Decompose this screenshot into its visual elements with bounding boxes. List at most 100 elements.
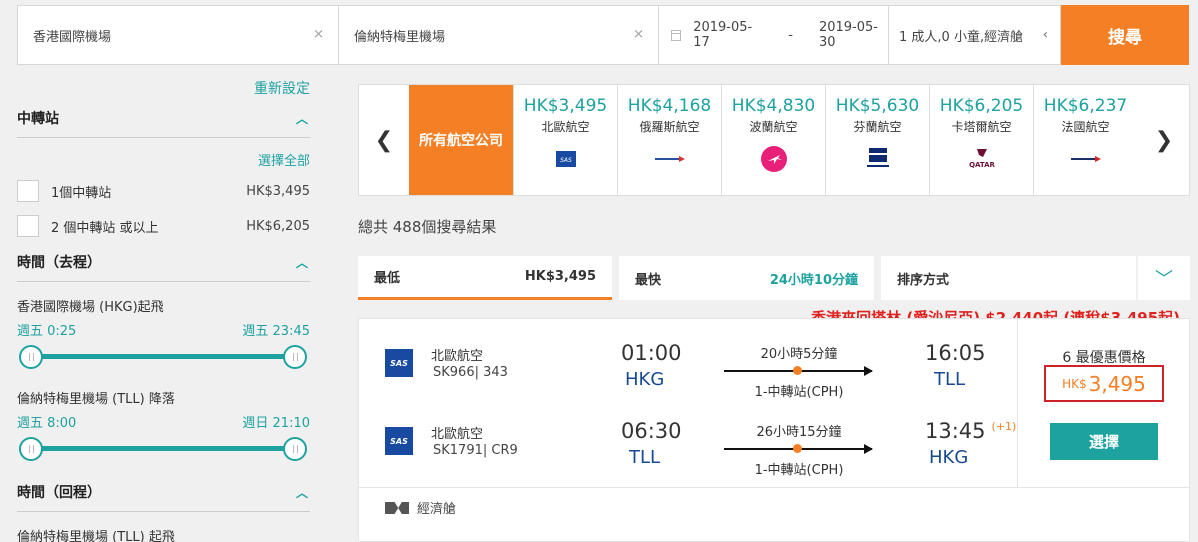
airline-price: HK$6,205 [939, 96, 1024, 116]
inbound-time-title: 時間（回程） [17, 485, 101, 501]
outbound-time-section-header[interactable]: 時間（去程） ︿ [17, 252, 310, 282]
slider-handle-min[interactable] [19, 345, 43, 369]
stop-checkbox-1[interactable] [17, 180, 39, 202]
slider-handle-min[interactable] [19, 437, 43, 461]
airline-name: 北歐航空 [541, 120, 590, 134]
arrive-time: 16:05 [925, 341, 986, 365]
depart-airport-code: TLL [629, 447, 661, 468]
chevron-left-icon[interactable]: ❮ [359, 85, 409, 195]
outbound-depart-slider[interactable] [19, 345, 307, 369]
select-all-link[interactable]: 選擇全部 [258, 150, 310, 169]
chevron-right-icon[interactable]: ❯ [1139, 85, 1189, 195]
leg-airline-name: 北歐航空 [431, 349, 484, 364]
airline-price: HK$5,630 [835, 96, 920, 116]
stop-option-price: HK$3,495 [246, 183, 310, 199]
price-column: 6 最優惠價格 HK$ 3,495 選擇 [1017, 319, 1189, 487]
stop-option-label: 2 個中轉站 或以上 [51, 220, 159, 236]
return-date: 2019-05-30 [818, 20, 878, 50]
sort-dropdown[interactable]: 排序方式 [881, 256, 1136, 300]
stop-option-label: 1個中轉站 [51, 185, 112, 201]
deals-count: 6 最優惠價格 [1062, 350, 1146, 366]
slider-handle-max[interactable] [283, 345, 307, 369]
arrive-airport-code: HKG [929, 447, 969, 468]
stop-checkbox-2[interactable] [17, 215, 39, 237]
range-end: 週五 23:45 [242, 324, 310, 339]
stop-option-2[interactable]: 2 個中轉站 或以上 HK$6,205 [17, 215, 310, 237]
qatar-logo-text: QATAR [969, 161, 995, 169]
airfrance-logo-icon [1034, 147, 1137, 171]
depart-time: 01:00 [621, 341, 682, 365]
leg-airline-name: 北歐航空 [431, 427, 484, 442]
airline-price: HK$4,168 [627, 96, 712, 116]
inbound-time-section-header[interactable]: 時間（回程） ︿ [17, 482, 310, 512]
arrive-airport-code: TLL [934, 369, 966, 390]
chevron-up-icon[interactable]: ︿ [296, 110, 308, 127]
airline-option-finnair[interactable]: HK$5,630 芬蘭航空 [825, 85, 929, 195]
tab-cheapest[interactable]: 最低 HK$3,495 [358, 256, 612, 300]
card-footer: 經濟艙 [359, 487, 1189, 527]
lot-logo-icon [722, 146, 825, 172]
leg-flight-number: SK966| 343 [433, 365, 508, 380]
passenger-value: 1 成人,0 小童,經濟艙 [899, 29, 1024, 45]
leg-flight-number: SK1791| CR9 [433, 443, 518, 458]
airline-option-airfrance[interactable]: HK$6,237 法國航空 [1033, 85, 1137, 195]
select-flight-button[interactable]: 選擇 [1050, 423, 1158, 460]
airline-option-lot[interactable]: HK$4,830 波蘭航空 [721, 85, 825, 195]
seat-icon [385, 502, 409, 514]
price-currency: HK$ [1062, 376, 1087, 391]
range-start: 週五 8:00 [17, 416, 77, 431]
arrive-time: 13:45 (+1) [925, 419, 1016, 443]
stops-section-header[interactable]: 中轉站 ︿ [17, 108, 310, 138]
inbound-depart-label: 倫納特梅里機場 (TLL) 起飛 [17, 530, 175, 542]
outbound-arrive-label: 倫納特梅里機場 (TLL) 降落 [17, 392, 175, 407]
flight-duration: 26小時15分鐘 [756, 425, 842, 440]
clear-destination-icon[interactable]: ✕ [633, 28, 644, 43]
tab-value: 24小時10分鐘 [769, 272, 858, 288]
destination-field[interactable]: 倫納特梅里機場 ✕ [339, 5, 659, 65]
airline-option-qatar[interactable]: HK$6,205 卡塔爾航空 QATAR [929, 85, 1033, 195]
all-airlines-tab[interactable]: 所有航空公司 [409, 85, 513, 195]
airline-name: 芬蘭航空 [853, 120, 902, 134]
outbound-depart-label: 香港國際機場 (HKG)起飛 [17, 300, 164, 315]
inbound-leg: SAS 北歐航空 SK1791| CR9 06:30 TLL 26小時15分鐘 … [359, 411, 1017, 487]
date-separator: - [788, 27, 793, 43]
slider-track [29, 446, 297, 451]
finnair-logo-icon [826, 147, 929, 171]
airline-name: 俄羅斯航空 [639, 120, 700, 134]
date-field[interactable]: 2019-05-17 - 2019-05-30 [659, 5, 889, 65]
clear-origin-icon[interactable]: ✕ [313, 28, 324, 43]
chevron-left-icon: ‹ [1042, 27, 1048, 43]
reset-filters-link[interactable]: 重新設定 [254, 78, 310, 98]
airline-price: HK$4,830 [731, 96, 816, 116]
slider-track [29, 354, 297, 359]
origin-field[interactable]: 香港國際機場 ✕ [17, 5, 339, 65]
range-end: 週日 21:10 [242, 416, 310, 431]
search-button[interactable]: 搜尋 [1061, 5, 1189, 65]
outbound-leg: SAS 北歐航空 SK966| 343 01:00 HKG 20小時5分鐘 1-… [359, 333, 1017, 409]
airline-option-aeroflot[interactable]: HK$4,168 俄羅斯航空 [617, 85, 721, 195]
passenger-field[interactable]: 1 成人,0 小童,經濟艙 ‹ [889, 5, 1061, 65]
outbound-time-title: 時間（去程） [17, 255, 101, 271]
qatar-logo-icon: QATAR [930, 147, 1033, 171]
slider-handle-max[interactable] [283, 437, 307, 461]
stop-option-1[interactable]: 1個中轉站 HK$3,495 [17, 180, 310, 202]
stop-option-price: HK$6,205 [246, 218, 310, 234]
sas-logo-icon: SAS [385, 427, 413, 455]
search-bar: 香港國際機場 ✕ 倫納特梅里機場 ✕ 2019-05-17 - 2019-05-… [17, 5, 1189, 65]
stopover-dot [793, 444, 802, 453]
sas-logo-icon: SAS [385, 349, 413, 377]
stops-info: 1-中轉站(CPH) [754, 463, 844, 478]
chevron-up-icon[interactable]: ︿ [296, 254, 308, 271]
outbound-arrive-range: 週五 8:00 週日 21:10 [17, 412, 310, 431]
outbound-depart-range: 週五 0:25 週五 23:45 [17, 320, 310, 339]
airline-option-sas[interactable]: HK$3,495 北歐航空 SAS [513, 85, 617, 195]
sort-label: 排序方式 [897, 272, 950, 288]
outbound-arrive-slider[interactable] [19, 437, 307, 461]
tab-label: 最低 [374, 271, 401, 286]
chevron-up-icon[interactable]: ︿ [296, 484, 308, 501]
tab-fastest[interactable]: 最快 24小時10分鐘 [619, 256, 874, 300]
airline-price: HK$3,495 [523, 96, 608, 116]
chevron-down-icon[interactable]: ﹀ [1138, 256, 1190, 300]
range-start: 週五 0:25 [17, 324, 77, 339]
stopover-dot [793, 366, 802, 375]
